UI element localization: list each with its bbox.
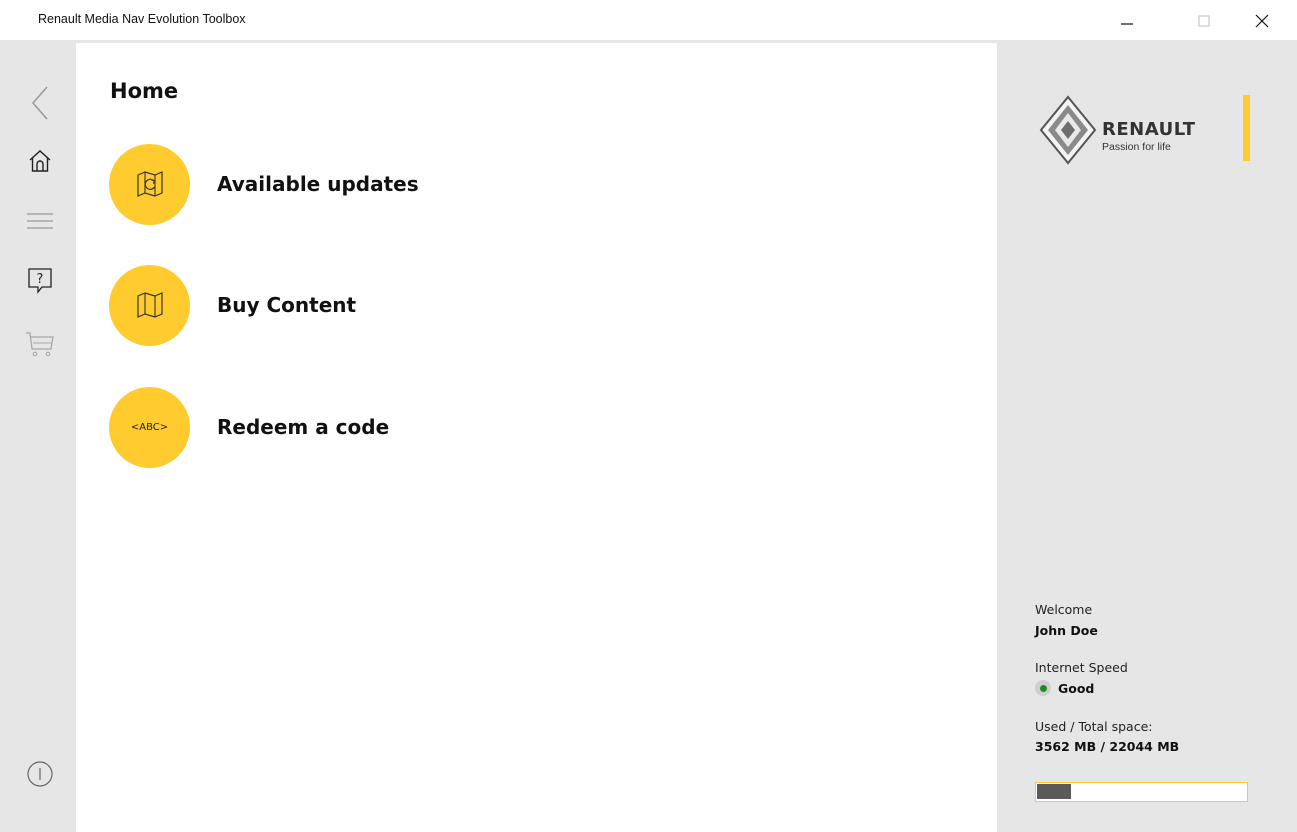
left-sidebar: ? [0, 43, 76, 832]
power-button[interactable] [22, 756, 58, 792]
abc-code-icon: <ABC> [130, 421, 169, 433]
back-button[interactable] [22, 85, 58, 121]
window-title: Renault Media Nav Evolution Toolbox [38, 12, 246, 26]
available-updates-circle [109, 143, 190, 225]
user-name: John Doe [1035, 623, 1098, 638]
maximize-icon [1198, 15, 1210, 26]
internet-speed-status: Good [1035, 680, 1094, 696]
redeem-code-label: Redeem a code [217, 415, 390, 439]
welcome-label: Welcome [1035, 602, 1093, 617]
storage-progress-fill [1037, 784, 1071, 799]
help-button[interactable]: ? [22, 263, 58, 299]
space-value: 3562 MB / 22044 MB [1035, 739, 1180, 754]
cart-button[interactable] [22, 325, 58, 361]
maximize-button[interactable] [1181, 0, 1227, 41]
menu-button[interactable] [22, 203, 58, 239]
help-icon: ? [28, 268, 52, 294]
close-icon [1255, 14, 1269, 27]
home-icon [29, 150, 51, 172]
status-indicator-icon [1035, 680, 1051, 696]
right-panel: RENAULT Passion for life Welcome John Do… [997, 43, 1297, 832]
storage-progress-bar [1035, 782, 1248, 802]
available-updates-item[interactable]: Available updates [109, 143, 709, 225]
map-icon [136, 292, 163, 318]
svg-text:?: ? [37, 272, 44, 287]
close-button[interactable] [1239, 0, 1285, 41]
menu-icon [27, 213, 53, 229]
internet-speed-label: Internet Speed [1035, 660, 1128, 675]
redeem-code-circle: <ABC> [109, 386, 190, 468]
buy-content-item[interactable]: Buy Content [109, 264, 709, 346]
buy-content-label: Buy Content [217, 293, 357, 317]
internet-speed-value: Good [1058, 680, 1095, 696]
page-title: Home [110, 79, 179, 103]
space-label: Used / Total space: [1035, 719, 1153, 734]
main-content: Home Available updates Buy Content <ABC> [76, 43, 997, 832]
power-icon [27, 761, 53, 787]
cart-icon [26, 332, 54, 357]
brand-name: RENAULT [1102, 119, 1196, 140]
minimize-button[interactable] [1104, 0, 1150, 41]
redeem-code-item[interactable]: <ABC> Redeem a code [109, 386, 709, 468]
brand-tagline: Passion for life [1102, 141, 1171, 153]
minimize-icon [1121, 22, 1133, 25]
back-chevron-icon [32, 86, 48, 120]
renault-diamond-logo [1039, 95, 1097, 165]
map-update-icon [136, 171, 163, 197]
available-updates-label: Available updates [217, 172, 419, 196]
buy-content-circle [109, 264, 190, 346]
brand-accent-bar [1243, 95, 1250, 161]
title-bar: Renault Media Nav Evolution Toolbox [0, 0, 1297, 41]
home-button[interactable] [22, 143, 58, 179]
